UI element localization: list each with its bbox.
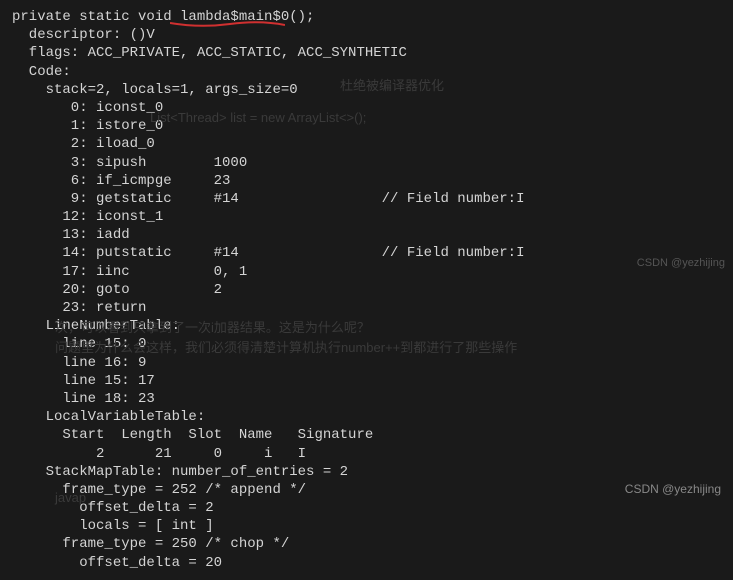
code-line: offset_delta = 20 xyxy=(12,555,222,571)
code-line: Code: xyxy=(12,64,71,80)
code-line: StackMapTable: number_of_entries = 2 xyxy=(12,464,348,480)
code-line: 2 21 0 i I xyxy=(12,446,306,462)
red-underline-annotation xyxy=(170,18,285,28)
code-line: descriptor: ()V xyxy=(12,27,155,43)
code-line: line 16: 9 xyxy=(12,355,146,371)
code-line: 14: putstatic #14 // Field number:I xyxy=(12,245,524,261)
code-line: 20: goto 2 xyxy=(12,282,222,298)
code-line: flags: ACC_PRIVATE, ACC_STATIC, ACC_SYNT… xyxy=(12,45,407,61)
code-line: 1: istore_0 xyxy=(12,118,163,134)
code-line: 2: iload_0 xyxy=(12,136,155,152)
code-line: offset_delta = 2 xyxy=(12,500,214,516)
code-line: 9: getstatic #14 // Field number:I xyxy=(12,191,524,207)
code-line: frame_type = 252 /* append */ xyxy=(12,482,306,498)
code-line: 17: iinc 0, 1 xyxy=(12,264,247,280)
code-line: LineNumberTable: xyxy=(12,318,180,334)
code-line: Start Length Slot Name Signature xyxy=(12,427,373,443)
code-line: line 18: 23 xyxy=(12,391,155,407)
code-line: 23: return xyxy=(12,300,146,316)
code-line: LocalVariableTable: xyxy=(12,409,205,425)
code-line: line 15: 17 xyxy=(12,373,155,389)
code-line: line 15: 0 xyxy=(12,336,146,352)
watermark-text: CSDN @yezhijing xyxy=(637,256,725,270)
code-line: 12: iconst_1 xyxy=(12,209,163,225)
code-line: 0: iconst_0 xyxy=(12,100,163,116)
watermark-text: CSDN @yezhijing xyxy=(625,482,721,498)
code-line: 3: sipush 1000 xyxy=(12,155,247,171)
code-line: stack=2, locals=1, args_size=0 xyxy=(12,82,298,98)
code-line: 6: if_icmpge 23 xyxy=(12,173,230,189)
code-line: locals = [ int ] xyxy=(12,518,214,534)
code-line: 13: iadd xyxy=(12,227,130,243)
bytecode-listing: private static void lambda$main$0(); des… xyxy=(0,0,733,580)
code-line: frame_type = 250 /* chop */ xyxy=(12,536,289,552)
